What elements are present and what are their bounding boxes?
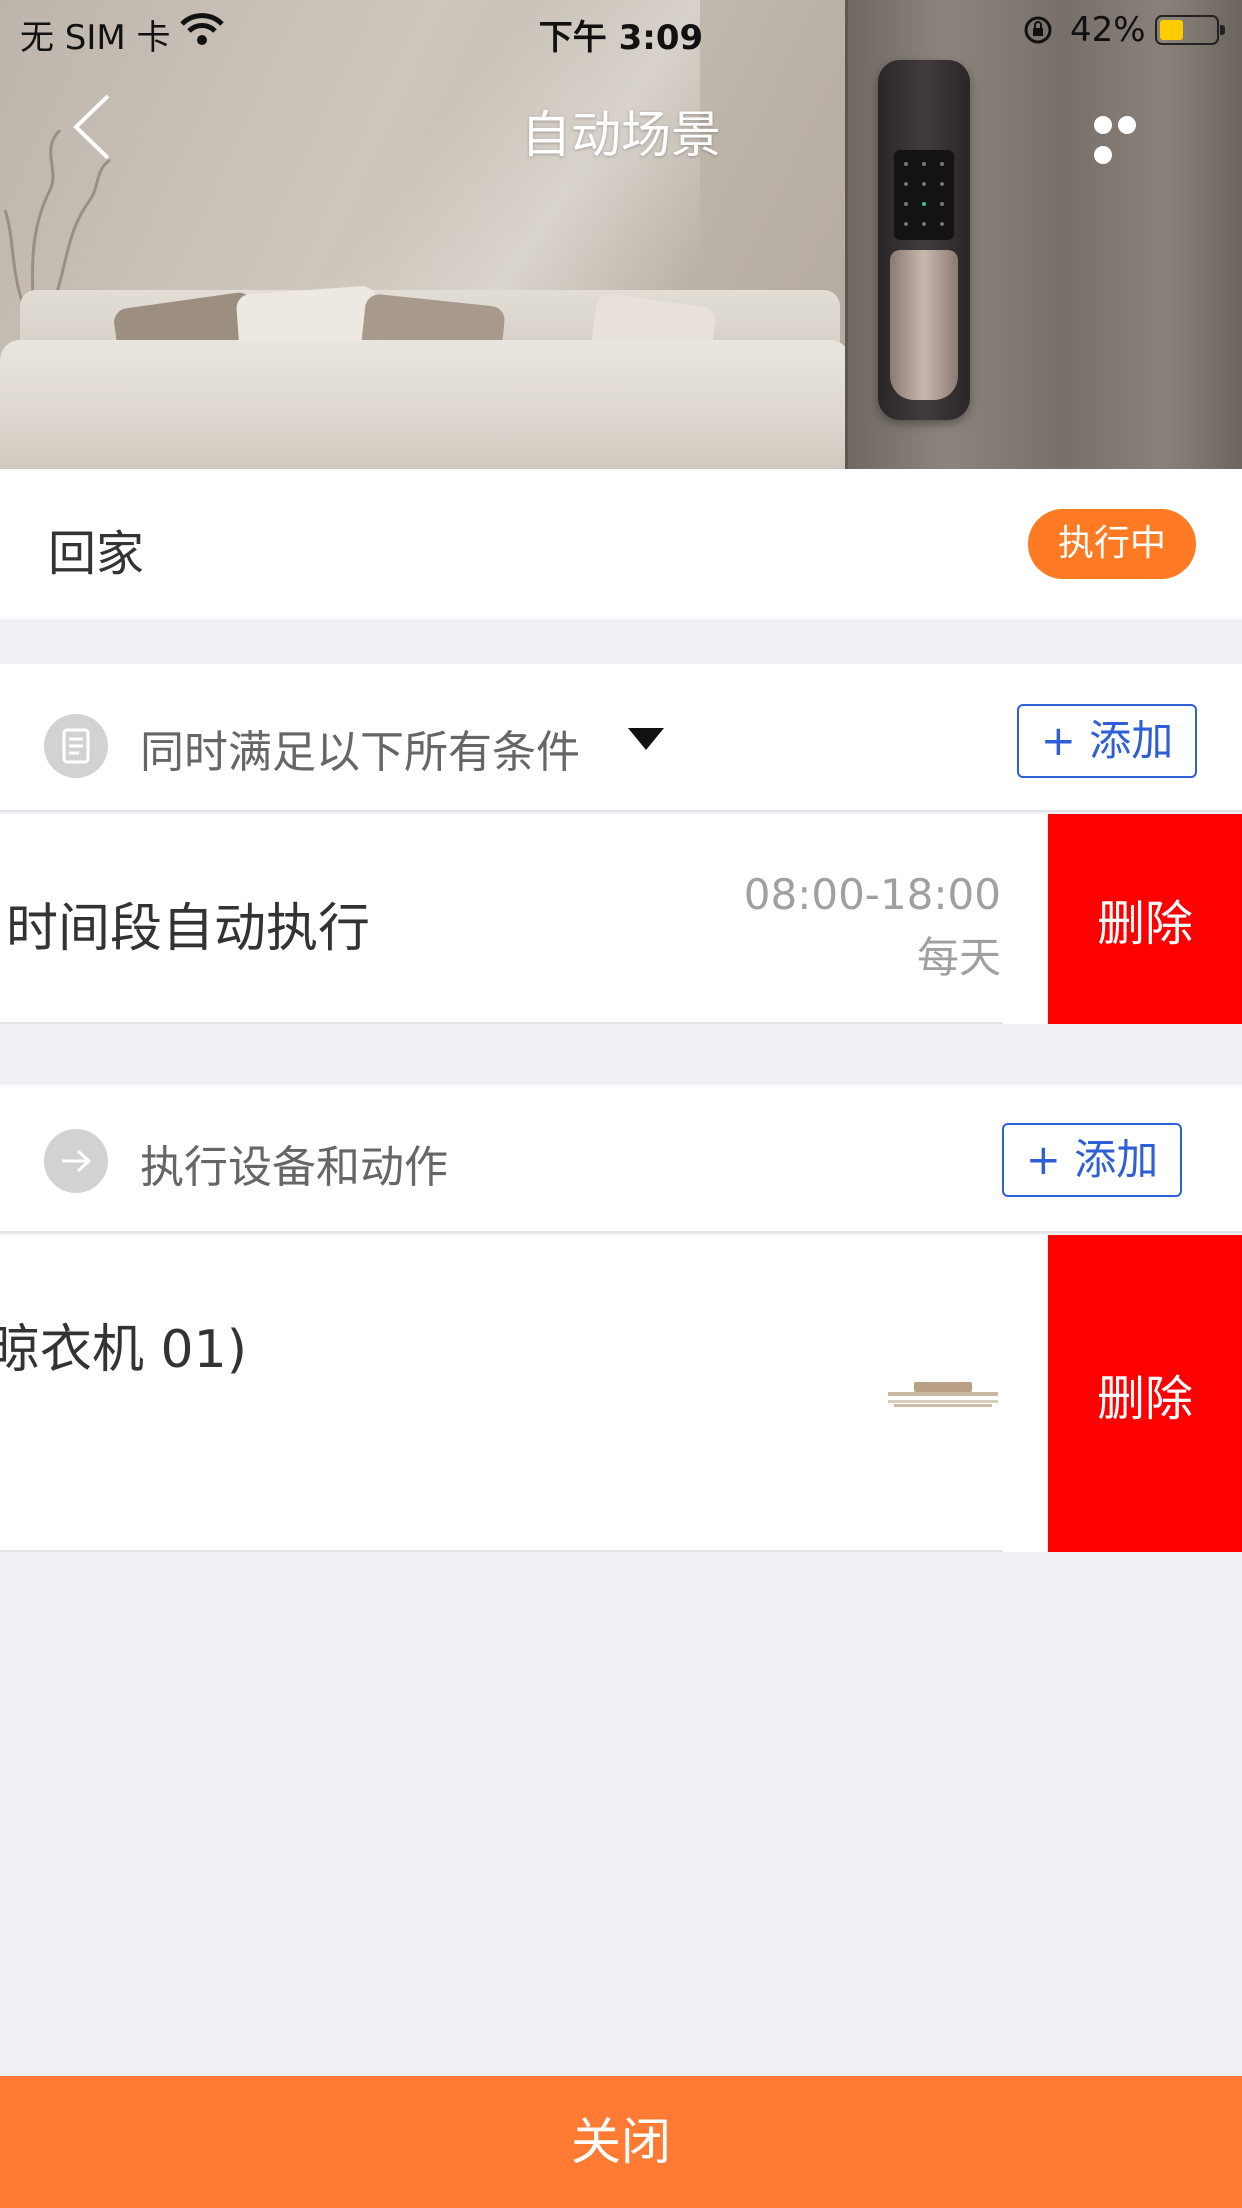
scene-name: 回家 [48, 526, 145, 582]
delete-condition-button[interactable]: 删除 [1048, 814, 1242, 1024]
lock-handle [890, 250, 958, 400]
conditions-title: 同时满足以下所有条件 [140, 727, 580, 778]
scene-cover-image [0, 0, 1242, 469]
arrow-right-icon [44, 1129, 108, 1193]
condition-time-range: 08:00-18:00 [743, 870, 1001, 919]
condition-list-icon [44, 714, 108, 778]
add-action-button[interactable]: + 添加 [1002, 1123, 1182, 1197]
battery-icon [1155, 15, 1225, 45]
condition-row[interactable]: 时间段自动执行 08:00-18:00 每天 删除 [0, 814, 1242, 1024]
close-button[interactable]: 关闭 [0, 2076, 1242, 2208]
more-dots-icon[interactable] [1094, 108, 1164, 164]
action-title: 晾衣机 01) [0, 1320, 247, 1380]
action-row[interactable]: 晾衣机 01) 删除 [0, 1235, 1242, 1552]
condition-title: 时间段自动执行 [6, 899, 371, 959]
battery-fill [1160, 20, 1183, 40]
actions-header: 执行设备和动作 + 添加 [0, 1085, 1242, 1233]
conditions-header: 同时满足以下所有条件 + 添加 [0, 664, 1242, 812]
scene-name-row: 回家 执行中 [0, 469, 1242, 619]
rotation-lock-icon [1024, 16, 1052, 44]
clothes-dryer-rack-icon [888, 1382, 998, 1407]
condition-repeat: 每天 [916, 933, 1001, 982]
actions-title: 执行设备和动作 [140, 1142, 448, 1193]
page-title: 自动场景 [521, 106, 721, 164]
dropdown-triangle-icon[interactable] [626, 726, 666, 752]
add-condition-button[interactable]: + 添加 [1017, 704, 1197, 778]
status-badge: 执行中 [1028, 509, 1196, 579]
clock: 下午 3:09 [538, 18, 704, 58]
battery-percent: 42% [1070, 10, 1146, 50]
status-bar: 无 SIM 卡 下午 3:09 42% [0, 0, 1242, 60]
delete-action-button[interactable]: 删除 [1048, 1235, 1242, 1552]
sofa [0, 340, 850, 469]
